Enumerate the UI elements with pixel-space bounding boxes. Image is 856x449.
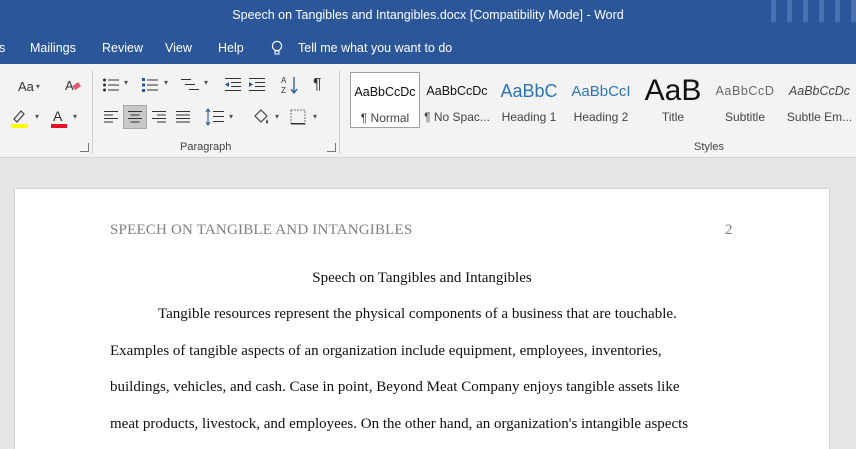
tell-me-search[interactable]: Tell me what you want to do [298,41,452,55]
font-color-icon[interactable]: A [50,107,68,129]
title-bar-decoration [819,0,824,22]
body-line: meat products, livestock, and employees.… [110,416,689,432]
align-left-icon[interactable] [103,110,119,124]
document-title: Speech on Tangibles and Intangibles [312,270,532,286]
style-label: ¶ No Spac... [424,110,490,124]
svg-text:A: A [53,108,63,124]
styles-gallery: AaBbCcDc ¶ Normal AaBbCcDc ¶ No Spac... … [347,72,856,128]
lightbulb-icon[interactable] [271,40,283,56]
style-preview: AaBbCcD [715,84,775,98]
align-right-icon[interactable] [151,110,167,124]
title-bar-decoration [803,0,808,22]
show-formatting-marks-icon[interactable]: ¶ [313,76,322,94]
line-spacing-icon[interactable] [205,108,225,126]
borders-icon[interactable] [290,109,306,125]
chevron-down-icon[interactable]: ▾ [311,112,317,121]
highlight-icon[interactable] [10,107,30,129]
chevron-down-icon[interactable]: ▾ [227,112,233,121]
style-preview: AaBbCcI [571,82,631,100]
justify-icon[interactable] [175,110,191,124]
clear-formatting-icon[interactable]: A [64,76,82,94]
change-case-label: Aa [18,78,34,94]
style-label: ¶ Normal [360,111,410,125]
decrease-indent-icon[interactable] [224,77,242,93]
style-preview: AaBbCcDc [788,84,851,98]
styles-group-label: Styles [694,141,724,153]
group-divider [339,70,340,154]
style-label: Title [661,110,685,124]
style-label: Subtle Em... [786,110,853,124]
running-header: SPEECH ON TANGIBLE AND INTANGIBLES [110,222,413,238]
style-subtitle[interactable]: AaBbCcD Subtitle [711,72,779,128]
style-no-spacing[interactable]: AaBbCcDc ¶ No Spac... [423,72,491,128]
style-label: Subtitle [724,110,766,124]
font-dialog-launcher-icon[interactable] [80,143,89,152]
group-divider [92,70,93,154]
paragraph-dialog-launcher-icon[interactable] [327,143,336,152]
increase-indent-icon[interactable] [248,77,266,93]
chevron-down-icon[interactable]: ▾ [33,112,39,121]
tab-help[interactable]: Help [218,41,244,55]
chevron-down-icon[interactable]: ▾ [273,112,279,121]
title-bar-decoration [835,0,840,22]
style-preview: AaB [644,74,702,107]
numbering-icon[interactable] [141,77,159,93]
title-bar-decoration [787,0,792,22]
tab-mailings[interactable]: Mailings [30,41,76,55]
page-number: 2 [725,222,733,238]
chevron-down-icon: ▾ [35,81,40,91]
bullets-icon[interactable] [102,77,120,93]
body-line: Tangible resources represent the physica… [158,306,677,322]
multilevel-list-icon[interactable] [180,77,200,93]
style-preview: AaBbC [500,80,558,101]
window-title: Speech on Tangibles and Intangibles.docx… [232,8,624,22]
title-bar-decoration [771,0,776,22]
body-line: buildings, vehicles, and cash. Case in p… [110,379,680,395]
paragraph-group-label: Paragraph [180,141,232,153]
chevron-down-icon[interactable]: ▾ [162,78,168,87]
sort-icon[interactable]: A Z [281,75,299,95]
chevron-down-icon[interactable]: ▾ [71,112,77,121]
style-label: Heading 2 [573,110,629,124]
style-title[interactable]: AaB Title [639,72,707,128]
style-preview: AaBbCcDc [426,84,488,98]
body-line: Examples of tangible aspects of an organ… [110,343,662,359]
style-label: Heading 1 [501,110,557,124]
style-normal[interactable]: AaBbCcDc ¶ Normal [350,72,420,128]
document-page[interactable]: SPEECH ON TANGIBLE AND INTANGIBLES 2 Spe… [15,189,829,449]
ribbon-tabs: s Mailings Review View Help Tell me what… [0,32,856,64]
style-heading-2[interactable]: AaBbCcI Heading 2 [567,72,635,128]
change-case-button[interactable]: Aa ▾ [18,76,40,96]
style-subtle-emphasis[interactable]: AaBbCcDc Subtle Em... [783,72,856,128]
svg-text:Z: Z [281,86,286,95]
svg-text:A: A [65,78,74,93]
chevron-down-icon[interactable]: ▾ [202,78,208,87]
style-heading-1[interactable]: AaBbC Heading 1 [495,72,563,128]
title-bar-decoration [851,0,856,22]
shading-icon[interactable] [251,107,271,127]
chevron-down-icon[interactable]: ▾ [122,78,128,87]
tab-references-partial[interactable]: s [0,41,5,55]
style-preview: AaBbCcDc [354,85,416,99]
svg-text:A: A [281,76,287,85]
tab-review[interactable]: Review [102,41,143,55]
align-center-icon[interactable] [123,105,147,129]
title-bar: Speech on Tangibles and Intangibles.docx… [0,0,856,32]
tab-view[interactable]: View [165,41,192,55]
